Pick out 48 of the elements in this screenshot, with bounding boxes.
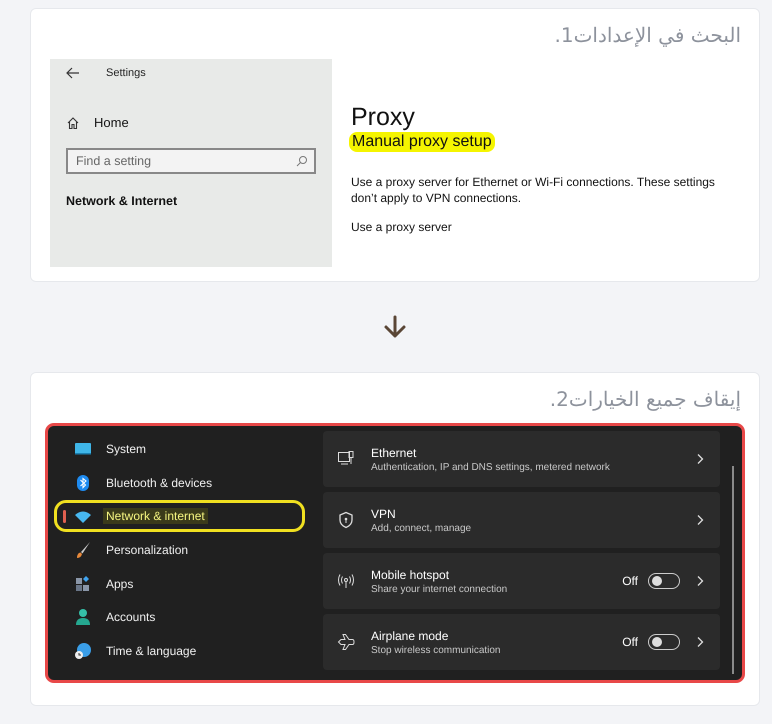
row-title: Airplane mode	[371, 628, 450, 642]
row-subtitle: Stop wireless communication	[371, 644, 502, 656]
nav-item[interactable]: Accounts	[54, 600, 323, 634]
chevron-right-icon	[696, 514, 704, 526]
settings-row[interactable]: Ethernet Authentication, IP and DNS settings, metered network	[323, 431, 720, 487]
settings-row[interactable]: Mobile hotspot Share your internet connection Off	[323, 553, 720, 609]
back-arrow-icon[interactable]	[66, 67, 80, 79]
globe-clock-icon	[74, 642, 92, 660]
chevron-right-icon	[696, 636, 704, 648]
brush-icon	[74, 540, 92, 559]
row-title: VPN	[371, 506, 397, 520]
chevron-right-icon	[696, 453, 704, 465]
step-title: .1البحث في الإعدادات	[553, 23, 742, 49]
settings-row[interactable]: Airplane mode Stop wireless communication Off	[323, 614, 720, 670]
nav-item[interactable]: System	[54, 432, 323, 466]
chevron-right-icon	[696, 575, 704, 587]
apps-icon	[74, 574, 92, 593]
page-heading: Proxy	[351, 103, 416, 132]
nav-item[interactable]: Apps	[54, 566, 323, 600]
nav-item[interactable]: Personalization	[54, 533, 323, 567]
home-link[interactable]: Home	[94, 115, 129, 130]
row-subtitle: Authentication, IP and DNS settings, metered network	[371, 462, 611, 472]
down-arrow-icon	[382, 314, 408, 340]
step-title: .2إيقاف جميع الخيارات	[548, 387, 742, 413]
row-subtitle: Share your internet connection	[371, 584, 508, 594]
airplane-icon	[337, 633, 355, 651]
window-title: Settings	[106, 67, 146, 79]
toggle-switch[interactable]	[648, 634, 680, 650]
section-label: Network & Internet	[66, 194, 178, 208]
description-text: Use a proxy server for Ethernet or Wi-Fi connections. These settings don’t apply to VPN connections.	[351, 174, 716, 206]
nav-item[interactable]: Time & language	[54, 634, 323, 668]
antenna-icon	[337, 572, 355, 590]
toggle-state-label: Off	[622, 574, 638, 588]
person-icon	[74, 608, 92, 626]
shield-icon	[337, 511, 355, 529]
search-icon	[296, 155, 308, 167]
row-subtitle: Add, connect, manage	[371, 522, 472, 534]
row-title: Mobile hotspot	[371, 568, 450, 582]
toggle-state-label: Off	[622, 635, 638, 649]
nav-item[interactable]: Bluetooth & devices	[54, 466, 323, 500]
row-title: Ethernet	[371, 446, 418, 460]
option-label: Use a proxy server	[351, 220, 453, 234]
settings-row[interactable]: VPN Add, connect, manage	[323, 492, 720, 548]
highlighted-subheading: Manual proxy setup	[349, 132, 495, 152]
toggle-switch[interactable]	[648, 573, 680, 589]
search-field[interactable]: Find a setting	[66, 148, 316, 174]
bluetooth-icon	[74, 474, 92, 492]
home-icon[interactable]	[66, 116, 80, 130]
